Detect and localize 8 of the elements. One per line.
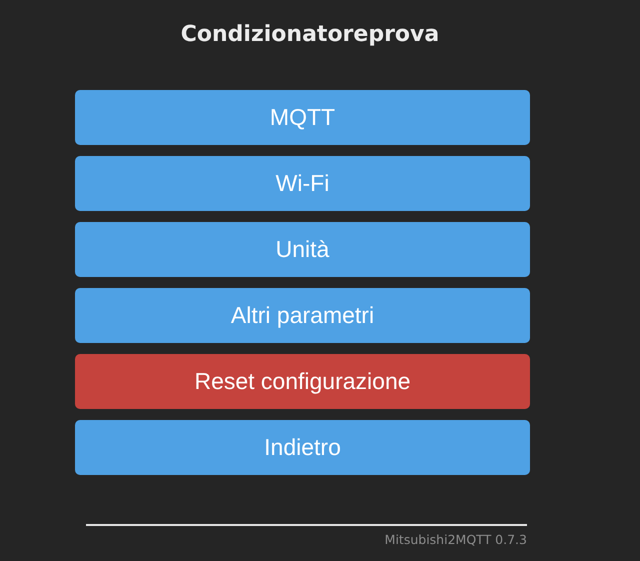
- menu-button[interactable]: Reset configurazione: [75, 354, 530, 409]
- menu-button[interactable]: MQTT: [75, 90, 530, 145]
- version-text: Mitsubishi2MQTT 0.7.3: [384, 532, 527, 547]
- menu-button[interactable]: Altri parametri: [75, 288, 530, 343]
- menu-button[interactable]: Wi-Fi: [75, 156, 530, 211]
- menu-button[interactable]: Unità: [75, 222, 530, 277]
- menu-button[interactable]: Indietro: [75, 420, 530, 475]
- page-title: Condizionatoreprova: [180, 21, 440, 49]
